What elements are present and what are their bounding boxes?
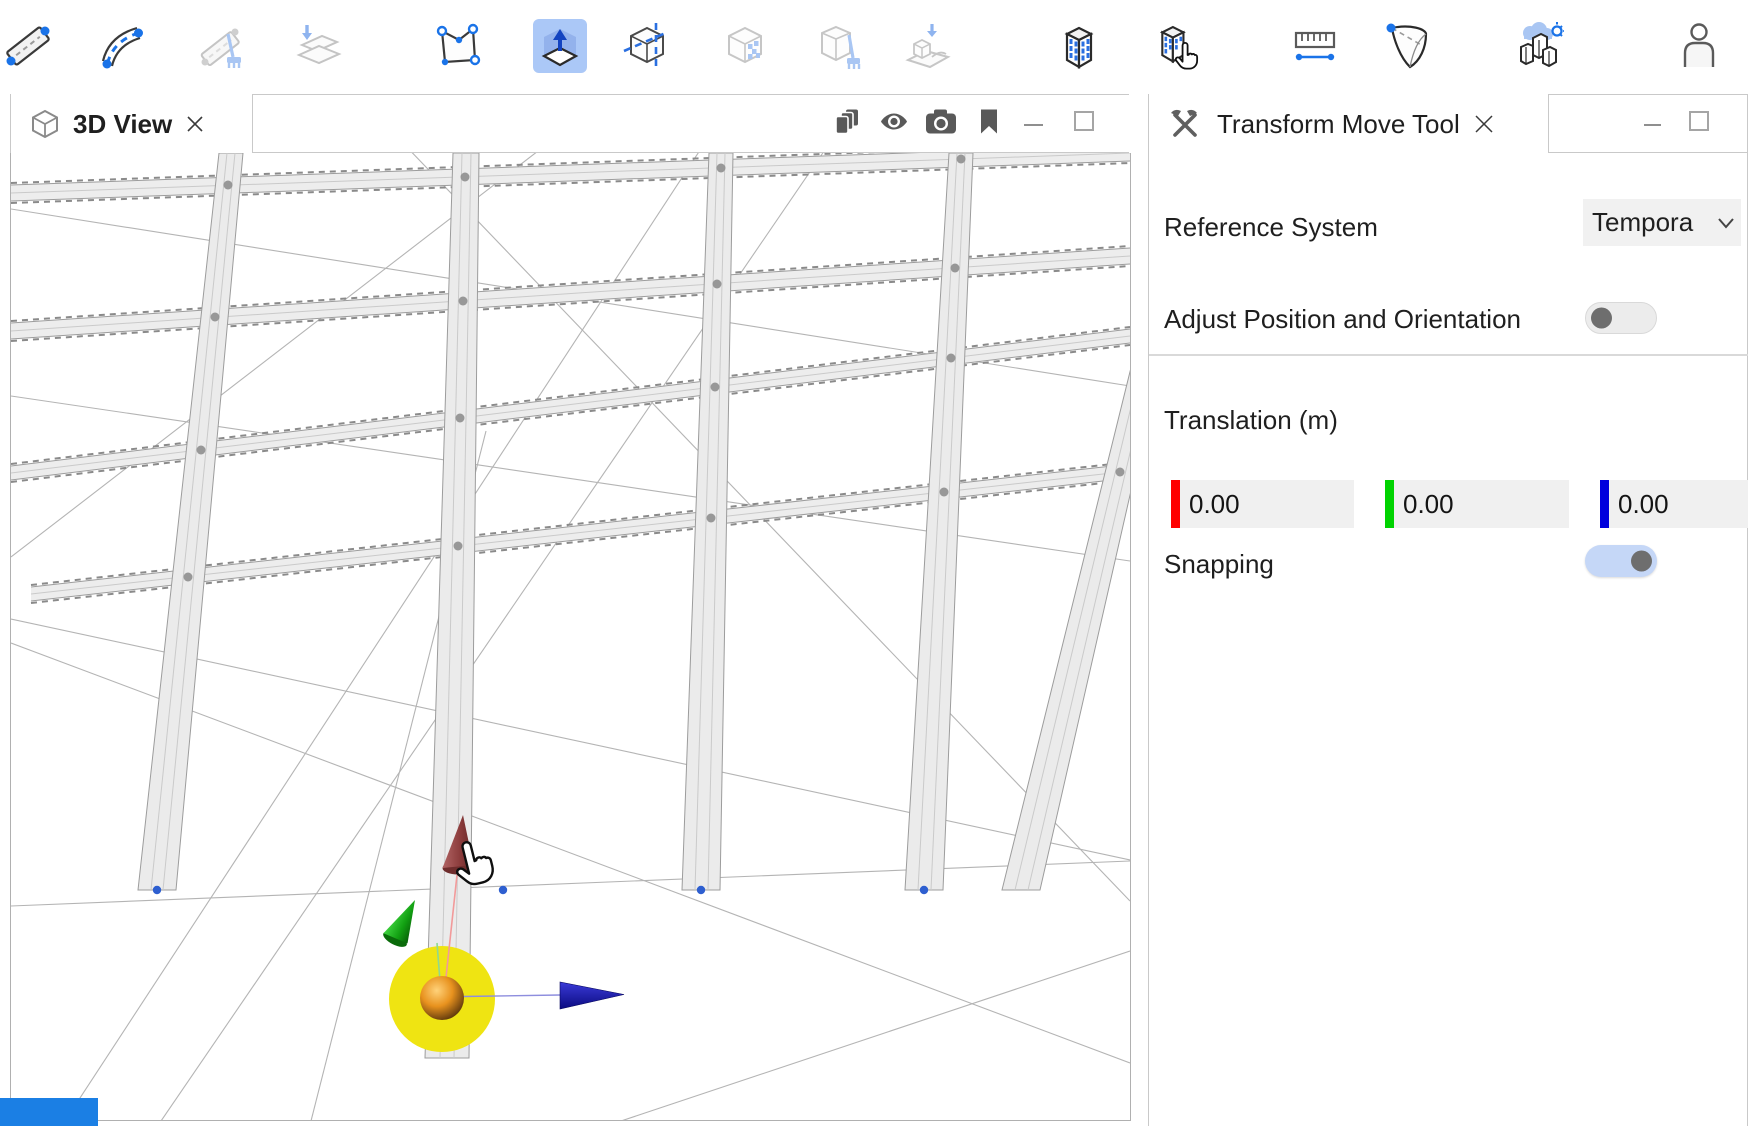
layers-icon: [833, 107, 861, 135]
tool-tab-close-button[interactable]: [1472, 112, 1496, 136]
road-curved-icon: [97, 20, 149, 72]
translation-x-field[interactable]: 0.00: [1171, 480, 1354, 528]
section-divider: [1149, 354, 1748, 356]
gizmo-axis-right-handle[interactable]: [560, 982, 624, 1009]
shape-cleanup-button[interactable]: [813, 19, 867, 73]
transform-gizmo[interactable]: [381, 815, 624, 1052]
extrude-icon: [534, 20, 586, 72]
visibility-button[interactable]: [879, 109, 909, 138]
viewport-scene: [11, 153, 1130, 1120]
tool-maximize-button[interactable]: [1689, 111, 1709, 131]
road-curved-button[interactable]: [96, 19, 150, 73]
road-cleanup-button[interactable]: [196, 19, 250, 73]
viewport-3d[interactable]: [10, 153, 1131, 1121]
road-drape-icon: [292, 20, 344, 72]
translation-y-field[interactable]: 0.00: [1385, 480, 1569, 528]
eye-icon: [879, 109, 909, 133]
adjust-position-label: Adjust Position and Orientation: [1164, 304, 1521, 335]
road-straight-button[interactable]: [1, 19, 55, 73]
tab-3d-view[interactable]: 3D View: [11, 94, 253, 154]
tab-transform-move-tool[interactable]: Transform Move Tool: [1149, 94, 1549, 154]
view-maximize-button[interactable]: [1074, 111, 1094, 131]
y-axis-color-bar: [1385, 480, 1394, 528]
road-drape-button[interactable]: [291, 19, 345, 73]
snapping-toggle[interactable]: [1585, 545, 1657, 577]
snapshot-button[interactable]: [924, 108, 958, 139]
x-axis-color-bar: [1171, 480, 1180, 528]
gizmo-center-handle[interactable]: [420, 976, 464, 1020]
hammer-wrench-icon: [1167, 107, 1201, 141]
measure-button[interactable]: [1288, 19, 1342, 73]
building-generate-icon: [1053, 20, 1105, 72]
road-endpoint-dots: [153, 886, 928, 894]
adjust-position-toggle[interactable]: [1585, 302, 1657, 334]
reference-system-dropdown[interactable]: Tempora: [1583, 199, 1741, 246]
person-view-icon: [1673, 20, 1725, 72]
view-tab-close-button[interactable]: [184, 113, 206, 135]
slice-icon: [621, 20, 673, 72]
gizmo-axis-left-handle[interactable]: [381, 894, 427, 950]
polygon-draw-icon: [434, 20, 486, 72]
person-view-button[interactable]: [1672, 19, 1726, 73]
extrude-button[interactable]: [533, 19, 587, 73]
bookmark-button[interactable]: [979, 108, 999, 139]
close-icon: [1472, 112, 1496, 136]
cube-icon: [29, 108, 61, 140]
tool-panel-body: Reference System Tempora Adjust Position…: [1148, 153, 1748, 1126]
polygon-draw-button[interactable]: [433, 19, 487, 73]
reference-system-value: Tempora: [1592, 207, 1717, 238]
close-icon: [184, 113, 206, 135]
texture-button[interactable]: [718, 19, 772, 73]
building-pick-button[interactable]: [1147, 19, 1201, 73]
translation-z-value: 0.00: [1618, 489, 1669, 520]
bookmark-icon: [979, 108, 999, 134]
measure-icon: [1289, 20, 1341, 72]
taskbar-corner: [0, 1098, 98, 1126]
camera-icon: [924, 108, 958, 134]
shape-cleanup-icon: [814, 20, 866, 72]
view-panel-header: 3D View: [10, 94, 1129, 153]
view-tab-title: 3D View: [73, 109, 172, 140]
view-minimize-button[interactable]: [1024, 124, 1043, 126]
main-toolbar: [0, 0, 1748, 94]
building-pick-icon: [1148, 20, 1200, 72]
viewshed-icon: [1382, 20, 1434, 72]
building-generate-button[interactable]: [1052, 19, 1106, 73]
toggle-knob: [1591, 308, 1612, 329]
city-environment-button[interactable]: [1512, 19, 1566, 73]
translation-label: Translation (m): [1164, 405, 1338, 436]
slice-button[interactable]: [620, 19, 674, 73]
toggle-knob: [1631, 551, 1652, 572]
tool-panel-header: Transform Move Tool: [1148, 94, 1748, 153]
translation-y-value: 0.00: [1403, 489, 1454, 520]
layers-button[interactable]: [833, 107, 861, 140]
app-window: 3D View: [0, 0, 1748, 1126]
tool-tab-title: Transform Move Tool: [1217, 109, 1460, 140]
road-straight-icon: [2, 20, 54, 72]
tool-minimize-button[interactable]: [1644, 124, 1661, 126]
snapping-label: Snapping: [1164, 549, 1274, 580]
texture-icon: [719, 20, 771, 72]
chevron-down-icon: [1717, 217, 1735, 229]
shape-drape-button[interactable]: [901, 19, 955, 73]
z-axis-color-bar: [1600, 480, 1609, 528]
viewshed-button[interactable]: [1381, 19, 1435, 73]
city-environment-icon: [1513, 20, 1565, 72]
translation-x-value: 0.00: [1189, 489, 1240, 520]
translation-z-field[interactable]: 0.00: [1600, 480, 1748, 528]
shape-drape-icon: [902, 20, 954, 72]
road-cleanup-icon: [197, 20, 249, 72]
reference-system-label: Reference System: [1164, 212, 1378, 243]
